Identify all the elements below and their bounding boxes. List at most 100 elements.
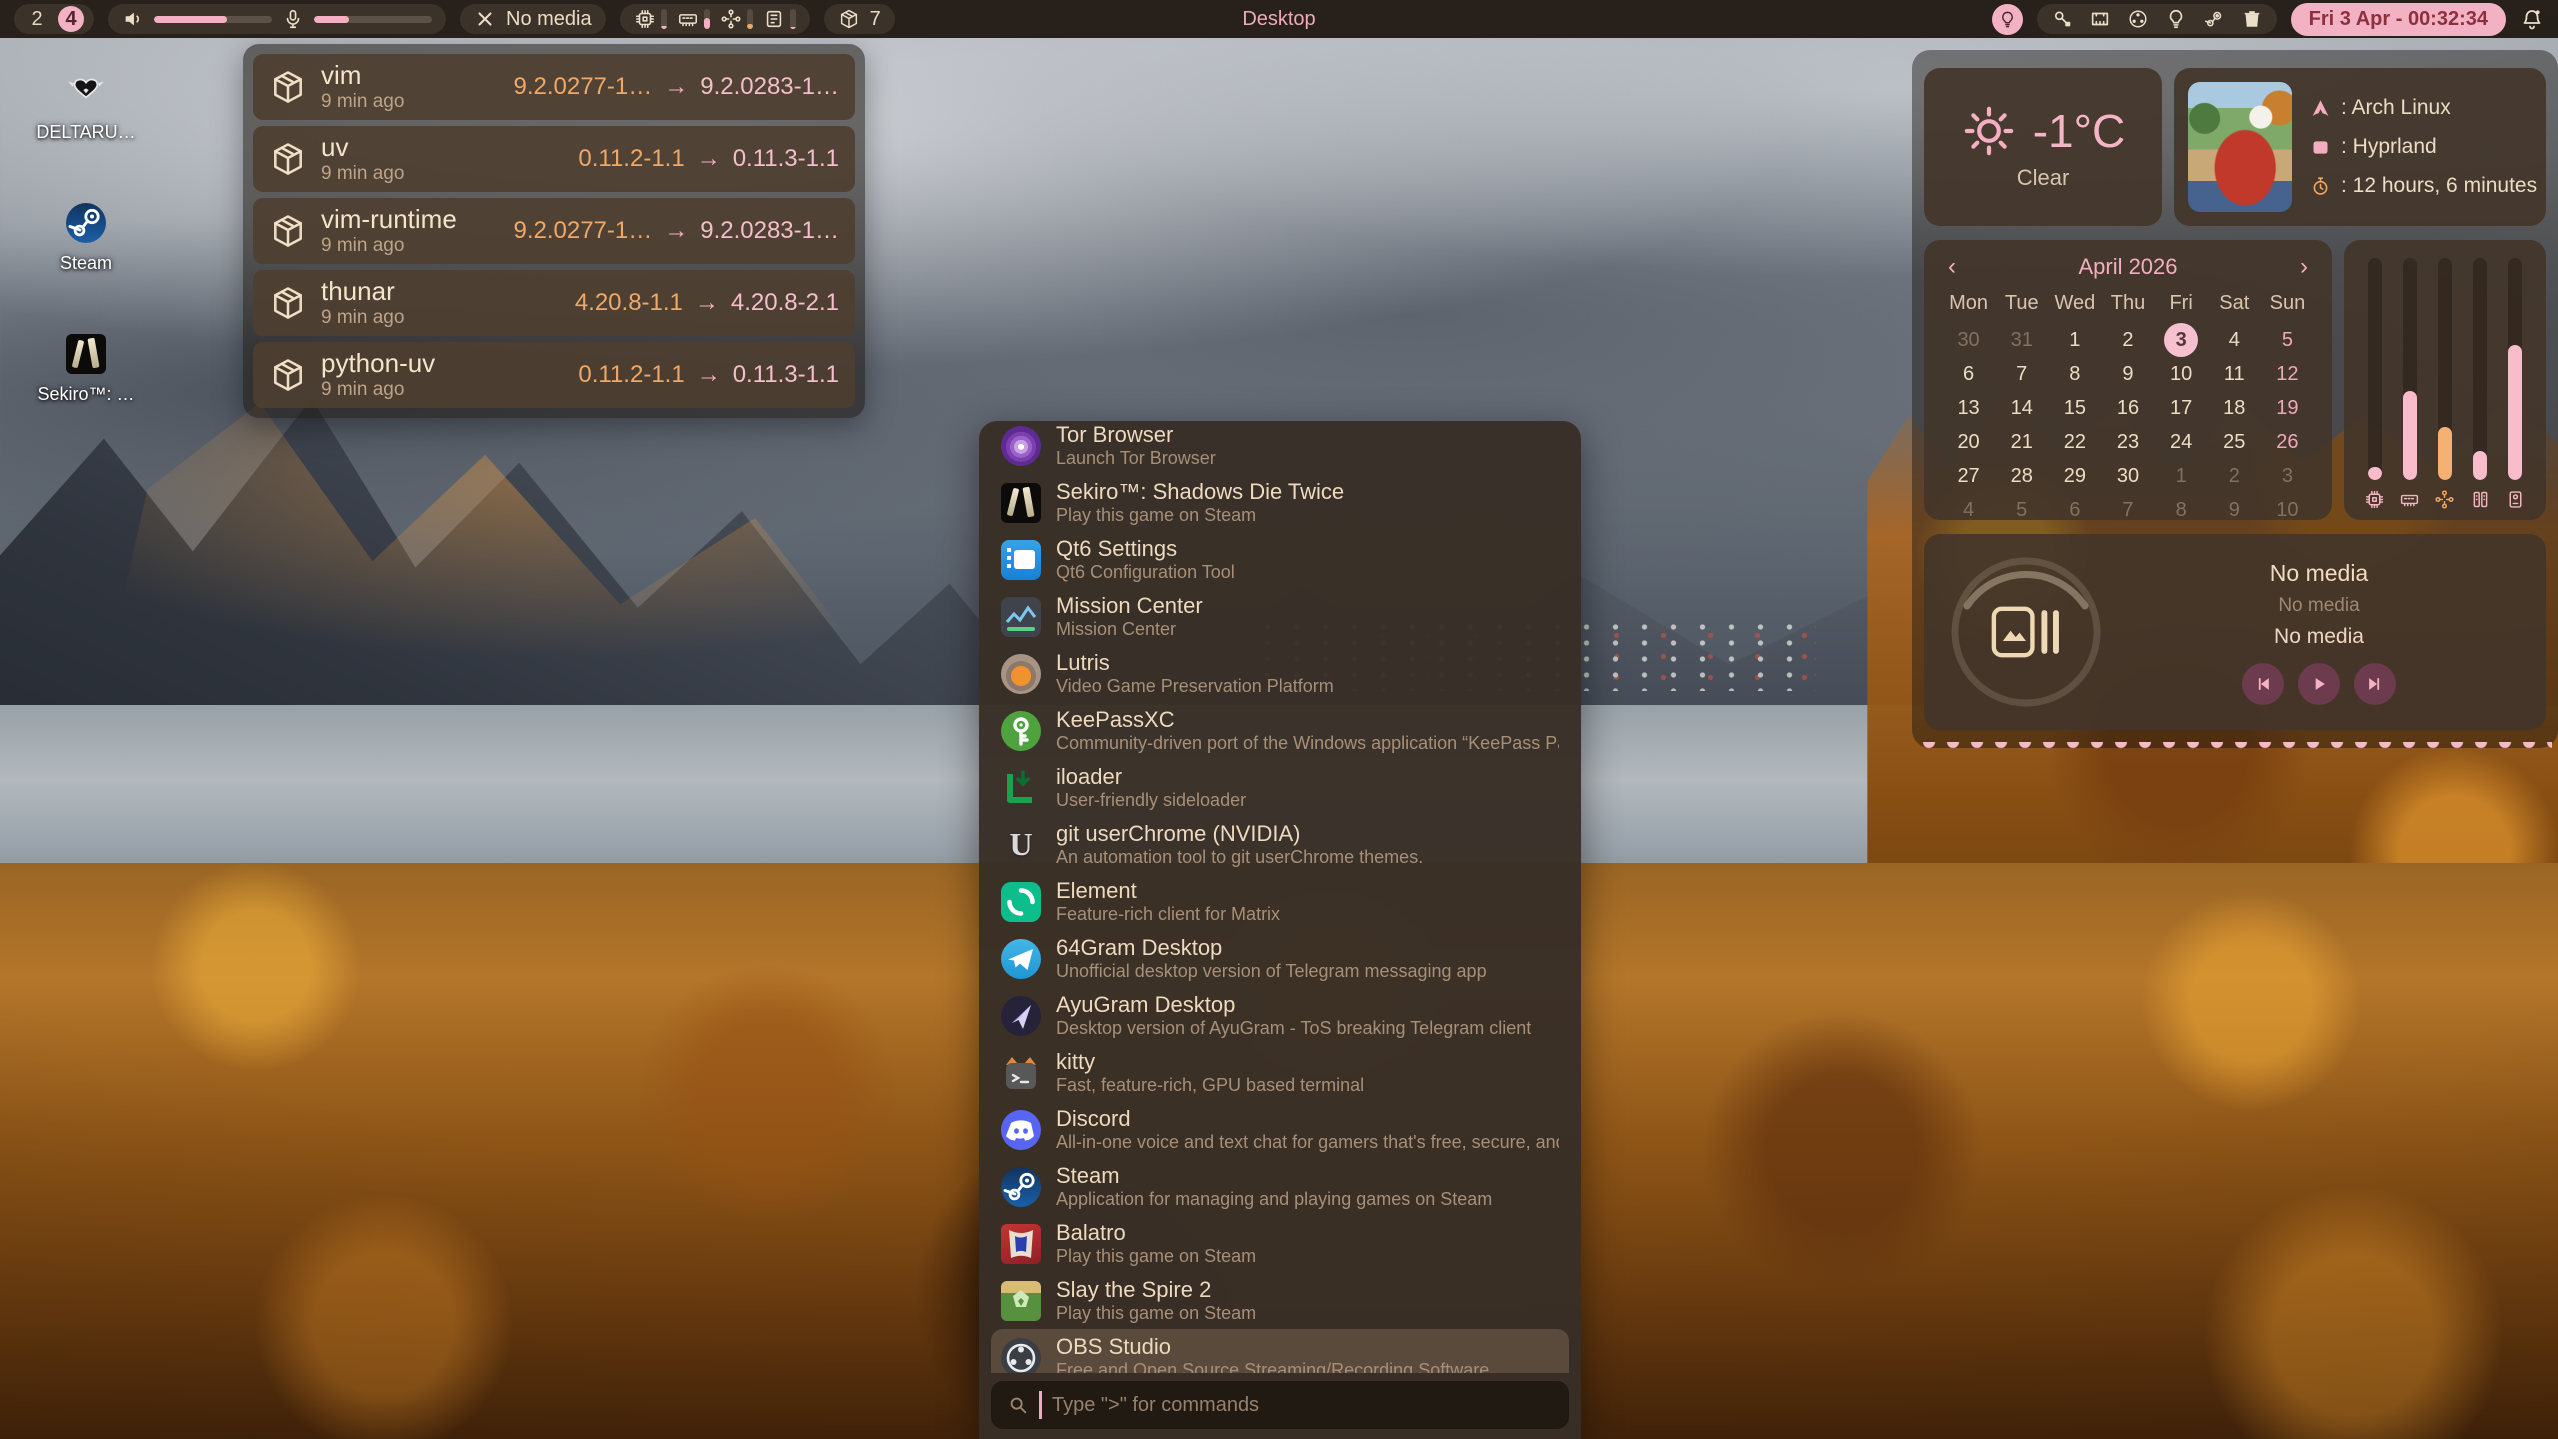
launcher-item-text: Sekiro™: Shadows Die TwicePlay this game… [1056,479,1344,526]
memory-usage-bar [704,9,710,29]
speaker-icon[interactable] [122,8,144,30]
launcher-item-spire2[interactable]: Slay the Spire 2Play this game on Steam [991,1272,1569,1329]
calendar-day[interactable]: 19 [2261,391,2314,425]
desktop-icon-steam[interactable]: Steam [60,203,112,274]
calendar-day[interactable]: 5 [1995,493,2048,527]
workspace-button-2[interactable]: 2 [24,6,50,32]
launcher-item-sekiro[interactable]: Sekiro™: Shadows Die TwicePlay this game… [991,474,1569,531]
lightbulb-tray-icon[interactable] [2165,8,2187,30]
updates-module[interactable]: 7 [824,4,895,34]
calendar-day[interactable]: 8 [2155,493,2208,527]
trash-tray-icon[interactable] [2241,8,2263,30]
launcher-item-element[interactable]: ElementFeature-rich client for Matrix [991,873,1569,930]
keepassxc-tray-icon[interactable] [2051,8,2073,30]
calendar-day[interactable]: 20 [1942,425,1995,459]
desktop-icon-deltarune[interactable]: DELTARU… [36,72,135,143]
launcher-item-kitty[interactable]: kittyFast, feature-rich, GPU based termi… [991,1044,1569,1101]
launcher-item-lutris[interactable]: LutrisVideo Game Preservation Platform [991,645,1569,702]
calendar-day[interactable]: 10 [2261,493,2314,527]
new-version: 0.11.3-1.1 [733,361,839,389]
launcher-item-userchrome[interactable]: Ugit userChrome (NVIDIA)An automation to… [991,816,1569,873]
launcher-item-tor[interactable]: Tor BrowserLaunch Tor Browser [991,421,1569,474]
calendar-day[interactable]: 26 [2261,425,2314,459]
launcher-item-iloader[interactable]: iloaderUser-friendly sideloader [991,759,1569,816]
launcher-item-64gram[interactable]: 64Gram DesktopUnofficial desktop version… [991,930,1569,987]
calendar-day[interactable]: 29 [2048,459,2101,493]
calendar-prev-button[interactable]: ‹ [1942,255,1962,279]
calendar-day[interactable]: 12 [2261,357,2314,391]
launcher-item-qt6[interactable]: Qt6 SettingsQt6 Configuration Tool [991,531,1569,588]
update-notification[interactable]: uv9 min ago0.11.2-1.1→0.11.3-1.1 [253,126,855,192]
obs-tray-icon[interactable] [2127,8,2149,30]
calendar-day[interactable]: 7 [2101,493,2154,527]
calendar-day[interactable]: 14 [1995,391,2048,425]
calendar-day[interactable]: 1 [2155,459,2208,493]
calendar-day[interactable]: 28 [1995,459,2048,493]
calendar-day[interactable]: 5 [2261,323,2314,357]
calendar-day[interactable]: 18 [2208,391,2261,425]
calendar-day[interactable]: 11 [2208,357,2261,391]
calendar-next-button[interactable]: › [2294,255,2314,279]
calendar-day[interactable]: 10 [2155,357,2208,391]
launcher-item-keepassxc[interactable]: KeePassXCCommunity-driven port of the Wi… [991,702,1569,759]
calendar-day[interactable]: 30 [2101,459,2154,493]
update-notification[interactable]: python-uv9 min ago0.11.2-1.1→0.11.3-1.1 [253,342,855,408]
next-button[interactable] [2354,663,2396,705]
calendar-day[interactable]: 1 [2048,323,2101,357]
calendar-day[interactable]: 4 [1942,493,1995,527]
launcher-item-discord[interactable]: DiscordAll-in-one voice and text chat fo… [991,1101,1569,1158]
calendar-day[interactable]: 2 [2208,459,2261,493]
calendar-day[interactable]: 30 [1942,323,1995,357]
launcher-item-balatro[interactable]: BalatroPlay this game on Steam [991,1215,1569,1272]
calendar-day[interactable]: 3 [2261,459,2314,493]
calendar-day[interactable]: 9 [2208,493,2261,527]
calendar-day[interactable]: 31 [1995,323,2048,357]
launcher-search-bar[interactable] [991,1381,1569,1429]
calendar-day[interactable]: 6 [2048,493,2101,527]
network-tray-icon[interactable] [2089,8,2111,30]
calendar-day[interactable]: 22 [2048,425,2101,459]
calendar-day[interactable]: 23 [2101,425,2154,459]
calendar-day[interactable]: 2 [2101,323,2154,357]
calendar-day[interactable]: 25 [2208,425,2261,459]
launcher-item-missioncenter[interactable]: Mission CenterMission Center [991,588,1569,645]
play-button[interactable] [2298,663,2340,705]
launcher-item-text: Qt6 SettingsQt6 Configuration Tool [1056,536,1235,583]
launcher-item-text: git userChrome (NVIDIA)An automation too… [1056,821,1423,868]
previous-button[interactable] [2242,663,2284,705]
microphone-icon[interactable] [282,8,304,30]
calendar-day[interactable]: 15 [2048,391,2101,425]
notifications-bell-icon[interactable] [2520,7,2544,31]
clock[interactable]: Fri 3 Apr - 00:32:34 [2291,3,2506,36]
calendar-day[interactable]: 21 [1995,425,2048,459]
calendar-day[interactable]: 8 [2048,357,2101,391]
workspace-button-4[interactable]: 4 [58,6,84,32]
calendar-day[interactable]: 4 [2208,323,2261,357]
app-name: Steam [1056,1163,1492,1188]
launcher-item-steam[interactable]: SteamApplication for managing and playin… [991,1158,1569,1215]
calendar-day[interactable]: 27 [1942,459,1995,493]
update-notification[interactable]: thunar9 min ago4.20.8-1.1→4.20.8-2.1 [253,270,855,336]
lightbulb-button[interactable] [1992,4,2023,35]
calendar-day[interactable]: 16 [2101,391,2154,425]
search-input[interactable] [1052,1394,1553,1417]
launcher-item-ayugram[interactable]: AyuGram DesktopDesktop version of AyuGra… [991,987,1569,1044]
volume-slider[interactable] [154,16,272,23]
media-module[interactable]: No media [460,4,606,34]
desktop-icon-sekiro[interactable]: Sekiro™: … [37,334,134,405]
update-notification[interactable]: vim9 min ago9.2.0277-1…→9.2.0283-1… [253,54,855,120]
calendar-day[interactable]: 6 [1942,357,1995,391]
launcher-item-obs[interactable]: OBS StudioFree and Open Source Streaming… [991,1329,1569,1373]
calendar-day[interactable]: 24 [2155,425,2208,459]
calendar-day[interactable]: 9 [2101,357,2154,391]
calendar-day[interactable]: 17 [2155,391,2208,425]
calendar-day[interactable]: 7 [1995,357,2048,391]
update-notification[interactable]: vim-runtime9 min ago9.2.0277-1…→9.2.0283… [253,198,855,264]
package-name: vim-runtime [321,205,457,234]
package-icon [269,356,307,394]
calendar-day[interactable]: 13 [1942,391,1995,425]
calendar-selected-day[interactable]: 3 [2155,323,2208,357]
steam-tray-icon[interactable] [2203,8,2225,30]
app-description: Video Game Preservation Platform [1056,676,1334,697]
mic-slider[interactable] [314,16,432,23]
